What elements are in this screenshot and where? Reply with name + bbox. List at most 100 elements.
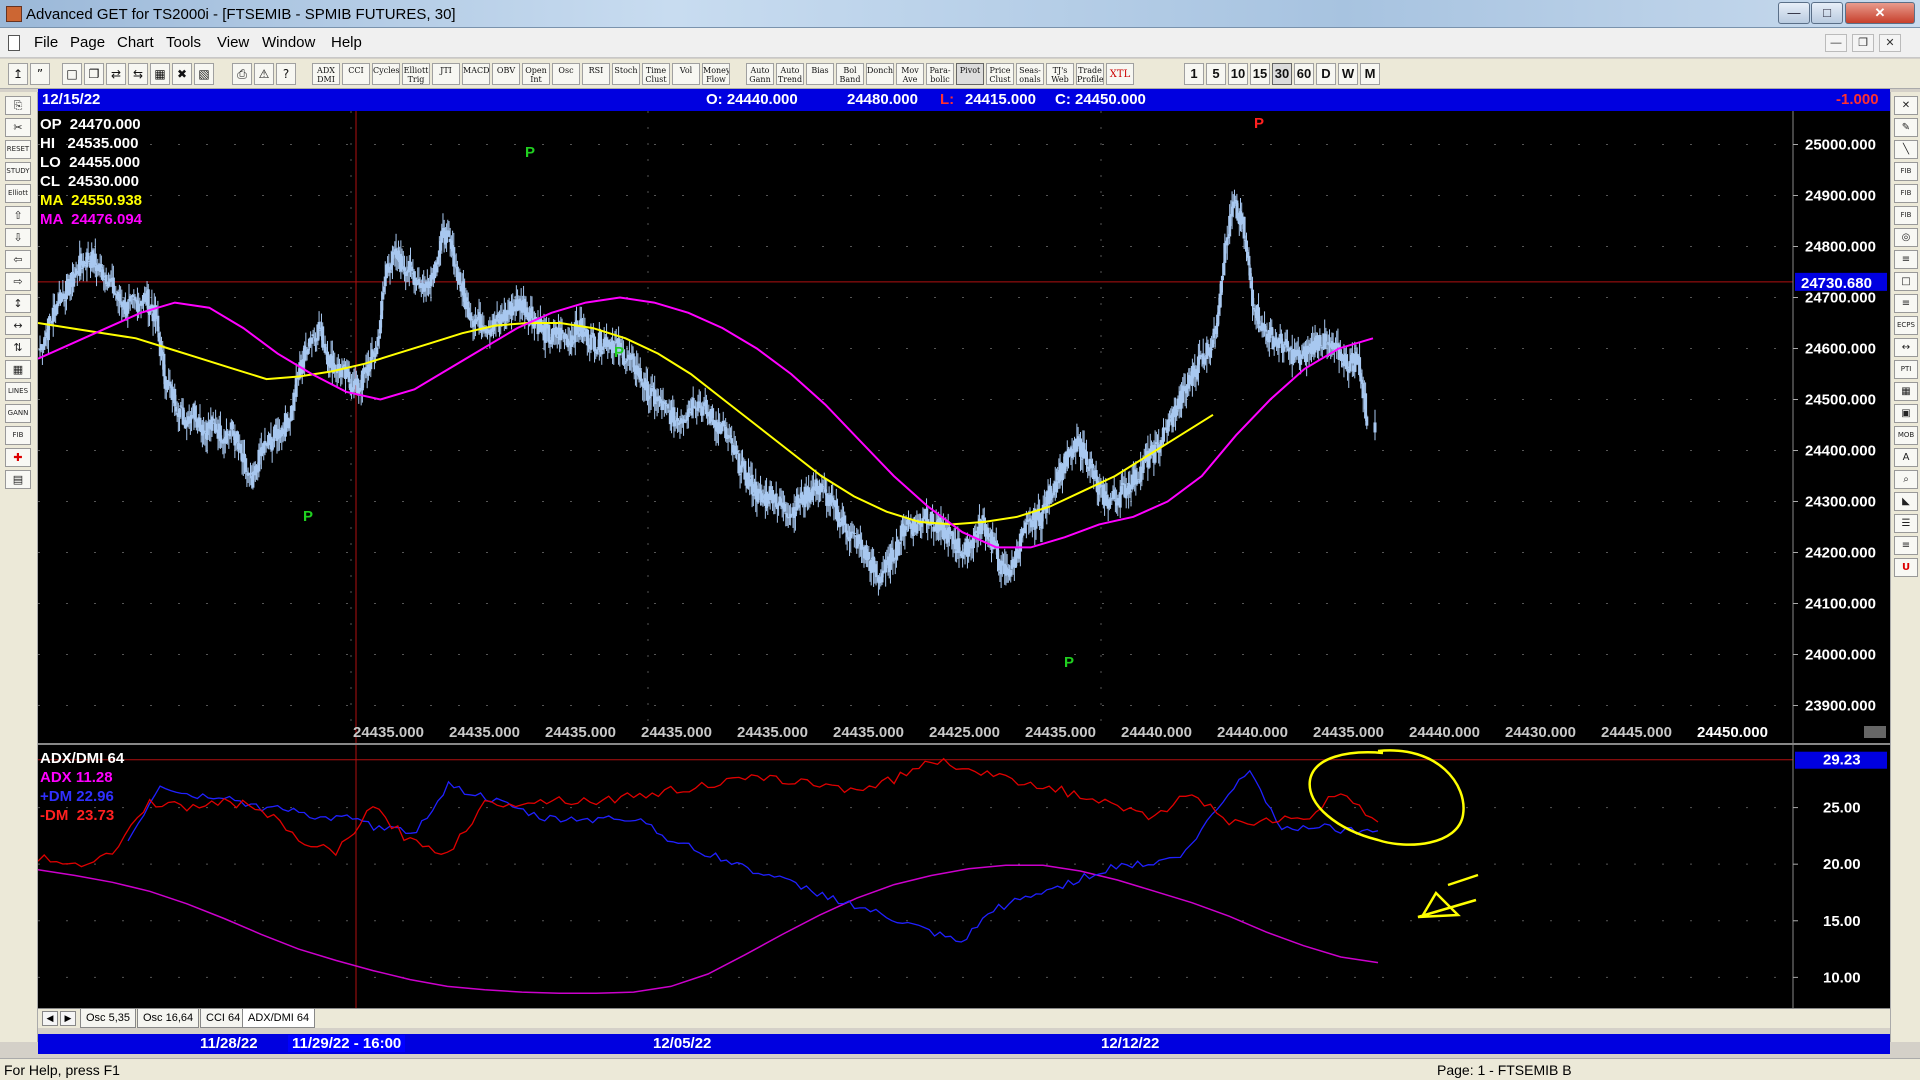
back-icon[interactable]: ⇄	[106, 63, 126, 85]
minimize-button[interactable]: —	[1778, 2, 1810, 24]
elliott-icon[interactable]: Elliott	[5, 184, 31, 203]
grid-icon[interactable]: ▦	[5, 360, 31, 379]
tab-cci-64[interactable]: CCI 64	[200, 1009, 247, 1028]
price-chart[interactable]: P P P P P 25000.000 24900.000 24800.000 24700.00…	[37, 111, 1890, 743]
zoom-icon[interactable]: ⌕	[1894, 470, 1918, 489]
menu-help[interactable]: Help	[331, 34, 362, 51]
study-button[interactable]: Price Clust	[986, 63, 1014, 85]
menu-view[interactable]: View	[217, 34, 249, 51]
arrow-up-icon[interactable]: ⇧	[5, 206, 31, 225]
copy-icon[interactable]: ❐	[84, 63, 104, 85]
study-button[interactable]: ADX DMI	[312, 63, 340, 85]
print-icon[interactable]: ⎙	[232, 63, 252, 85]
study-button[interactable]: MACD	[462, 63, 490, 85]
study-button[interactable]: Cycles	[372, 63, 400, 85]
fib-time-icon[interactable]: FIB TIME	[1894, 206, 1918, 236]
maximize-button[interactable]: □	[1811, 2, 1843, 24]
tab-scroll-left-icon[interactable]: ◀	[42, 1011, 58, 1026]
pointer-icon[interactable]: ↥	[8, 63, 28, 85]
study-button[interactable]: Mov Ave	[896, 63, 924, 85]
menu-page[interactable]: Page	[70, 34, 105, 51]
open-page-icon[interactable]: ⎘	[5, 96, 31, 115]
scissors-icon[interactable]: ✂	[5, 118, 31, 137]
vertical-zoom-icon[interactable]: ↕	[5, 294, 31, 313]
study-button[interactable]: Seas-onals	[1016, 63, 1044, 85]
mdi-close-icon[interactable]: ✕	[1879, 34, 1901, 52]
study-button[interactable]: Bol Band	[836, 63, 864, 85]
gann-icon[interactable]: GANN	[5, 404, 31, 423]
menu-tools[interactable]: Tools	[166, 34, 201, 51]
menu-window[interactable]: Window	[262, 34, 315, 51]
arrow-right-icon[interactable]: ⇨	[5, 272, 31, 291]
study-button[interactable]: Para-bolic	[926, 63, 954, 85]
mdi-minimize-icon[interactable]: —	[1825, 34, 1847, 52]
pti-icon[interactable]: PTI	[1894, 360, 1918, 379]
fit-icon[interactable]: ⇅	[5, 338, 31, 357]
study-button[interactable]: JTI	[432, 63, 460, 85]
period-button[interactable]: M	[1360, 63, 1380, 85]
study-button[interactable]: Osc	[552, 63, 580, 85]
menu-chart[interactable]: Chart	[117, 34, 154, 51]
period-button-selected[interactable]: 30	[1272, 63, 1292, 85]
study-button[interactable]: Auto Trend	[776, 63, 804, 85]
properties-icon[interactable]: ▤	[5, 470, 31, 489]
circle-tool-icon[interactable]: ◎	[1894, 228, 1918, 247]
layers-icon[interactable]: ≡	[1894, 536, 1918, 555]
menu-file[interactable]: File	[34, 34, 58, 51]
tab-scroll-right-icon[interactable]: ▶	[60, 1011, 76, 1026]
study-button[interactable]: Vol	[672, 63, 700, 85]
tab-osc-5-35[interactable]: Osc 5,35	[80, 1009, 137, 1028]
mdi-restore-icon[interactable]: ❐	[1852, 34, 1874, 52]
study-button[interactable]: Money Flow	[702, 63, 730, 85]
fan-icon[interactable]: ≡	[1894, 250, 1918, 269]
text-tool-icon[interactable]: A	[1894, 448, 1918, 467]
period-button[interactable]: W	[1338, 63, 1358, 85]
study-button[interactable]: OBV	[492, 63, 520, 85]
price-chart-panel[interactable]: P P P P P 25000.000 24900.000 24800.000 24700.00…	[37, 111, 1890, 743]
line-tool-icon[interactable]: ╲	[1894, 140, 1918, 159]
study-icon[interactable]: STUDY	[5, 162, 31, 181]
reset-icon[interactable]: RESET	[5, 140, 31, 159]
period-button[interactable]: 1	[1184, 63, 1204, 85]
close-button[interactable]: ✕	[1845, 2, 1915, 24]
study-button[interactable]: RSI	[582, 63, 610, 85]
tab-adx-dmi-64[interactable]: ADX/DMI 64	[242, 1009, 316, 1028]
tab-osc-16-64[interactable]: Osc 16,64	[137, 1009, 200, 1028]
eraser-icon[interactable]: ◣	[1894, 492, 1918, 511]
hint-icon[interactable]: ⚠	[254, 63, 274, 85]
study-button[interactable]: CCI	[342, 63, 370, 85]
new-page-icon[interactable]: □	[62, 63, 82, 85]
layout-icon[interactable]: ▧	[194, 63, 214, 85]
fib-retrace-icon[interactable]: FIB RET	[1894, 162, 1918, 192]
study-button[interactable]: Auto Gann	[746, 63, 774, 85]
study-button[interactable]: XTL	[1106, 63, 1134, 85]
cancel-icon[interactable]: ✖	[172, 63, 192, 85]
grid-icon[interactable]: ▦	[150, 63, 170, 85]
study-button[interactable]: Donch	[866, 63, 894, 85]
period-button[interactable]: 5	[1206, 63, 1226, 85]
ecps-icon[interactable]: ECPS	[1894, 316, 1918, 335]
quote-icon[interactable]: ”	[30, 63, 50, 85]
period-button[interactable]: 15	[1250, 63, 1270, 85]
period-button[interactable]: 60	[1294, 63, 1314, 85]
lines-icon[interactable]: LINES	[5, 382, 31, 401]
forward-icon[interactable]: ⇆	[128, 63, 148, 85]
study-button[interactable]: Pivot	[956, 63, 984, 85]
period-button[interactable]: D	[1316, 63, 1336, 85]
ruler-icon[interactable]: ☰	[1894, 514, 1918, 533]
help-icon[interactable]: ?	[276, 63, 296, 85]
grid-tool-icon[interactable]: ▦	[1894, 382, 1918, 401]
arrow-left-icon[interactable]: ⇦	[5, 250, 31, 269]
block-icon[interactable]: ▣	[1894, 404, 1918, 423]
oscillator-panel[interactable]: 25.00 20.00 15.00 10.00 29.23 ADX/DMI 64 ADX…	[37, 743, 1890, 1008]
measure-icon[interactable]: ↔	[1894, 338, 1918, 357]
arrow-down-icon[interactable]: ⇩	[5, 228, 31, 247]
cancel-draw-icon[interactable]: ✕	[1894, 96, 1918, 115]
horizontal-zoom-icon[interactable]: ↔	[5, 316, 31, 335]
fib-extension-icon[interactable]: FIB EXT	[1894, 184, 1918, 214]
fib-icon[interactable]: FIB	[5, 426, 31, 445]
study-button[interactable]: TJ's Web	[1046, 63, 1074, 85]
crosshair-icon[interactable]: ✚	[5, 448, 31, 467]
square-tool-icon[interactable]: □	[1894, 272, 1918, 291]
study-button[interactable]: Time Clust	[642, 63, 670, 85]
